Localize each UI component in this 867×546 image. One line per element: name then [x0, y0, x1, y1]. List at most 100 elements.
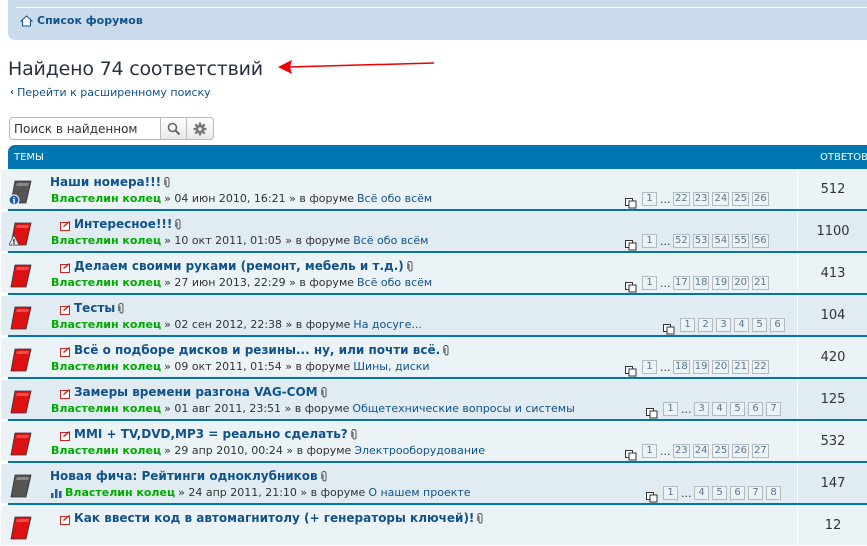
page-link[interactable]: 5: [752, 318, 767, 332]
pages-icon: [646, 404, 658, 418]
new-post-icon[interactable]: [60, 346, 71, 357]
page-link[interactable]: 5: [730, 402, 745, 416]
advanced-search-link[interactable]: ‹ Перейти к расширенному поиску: [10, 86, 211, 99]
page-link[interactable]: 1: [680, 318, 695, 332]
forum-link[interactable]: Электрооборудование: [354, 444, 485, 457]
page-link[interactable]: 7: [748, 486, 763, 500]
page-link[interactable]: 20: [732, 276, 749, 290]
page-link[interactable]: 1: [663, 486, 678, 500]
forum-link[interactable]: Шины, диски: [353, 360, 429, 373]
page-link[interactable]: 22: [673, 192, 690, 206]
page-link[interactable]: 18: [673, 360, 690, 374]
page-link[interactable]: 1: [642, 192, 657, 206]
pagination: 1... 17 18 19 20 21: [625, 276, 769, 292]
new-post-icon[interactable]: [60, 304, 71, 315]
topic-title-link[interactable]: MMI + TV,DVD,MP3 = реально сделать?: [74, 427, 348, 441]
page-link[interactable]: 1: [642, 276, 657, 290]
page-link[interactable]: 6: [730, 486, 745, 500]
page-link[interactable]: 54: [712, 234, 730, 248]
page-link[interactable]: 56: [751, 234, 769, 248]
topic-title-link[interactable]: Замеры времени разгона VAG-COM: [74, 385, 318, 399]
page-link[interactable]: 23: [673, 444, 690, 458]
new-post-icon[interactable]: [60, 388, 71, 399]
topic-hot-icon: [9, 304, 33, 332]
page-link[interactable]: 25: [712, 444, 730, 458]
page-link[interactable]: 5: [712, 486, 727, 500]
topic-title-line: Делаем своими руками (ремонт, мебель и т…: [60, 259, 414, 273]
forum-link[interactable]: Всё обо всём: [357, 192, 432, 205]
page-link[interactable]: 6: [748, 402, 763, 416]
advanced-search-button[interactable]: [187, 117, 214, 140]
page-link[interactable]: 24: [712, 192, 730, 206]
table-header: Темы Ответов: [8, 145, 867, 169]
page-link[interactable]: 19: [712, 276, 730, 290]
topic-title-link[interactable]: Интересное!!!: [74, 217, 172, 231]
page-link[interactable]: 8: [766, 486, 781, 500]
search-in-results: [9, 117, 214, 140]
page-link[interactable]: 4: [734, 318, 749, 332]
gear-icon: [193, 122, 207, 135]
page-link[interactable]: 1: [663, 402, 678, 416]
page-link[interactable]: 26: [751, 192, 769, 206]
reply-count: 1100: [816, 224, 850, 239]
page-link[interactable]: 23: [692, 192, 710, 206]
topic-title-link[interactable]: Делаем своими руками (ремонт, мебель и т…: [74, 259, 404, 273]
page-link[interactable]: 55: [732, 234, 749, 248]
page-link[interactable]: 7: [766, 402, 781, 416]
author-link[interactable]: Властелин колец: [51, 192, 161, 205]
post-date: » 24 апр 2011, 21:10 » в форуме: [178, 486, 366, 499]
page-link[interactable]: 24: [692, 444, 710, 458]
forum-link[interactable]: На досуге...: [353, 318, 421, 331]
column-divider: [797, 170, 798, 209]
page-link[interactable]: 4: [712, 402, 727, 416]
page-link[interactable]: 26: [732, 444, 749, 458]
page-link[interactable]: 52: [673, 234, 690, 248]
page-link[interactable]: 2: [698, 318, 713, 332]
page-link[interactable]: 27: [751, 444, 769, 458]
author-link[interactable]: Властелин колец: [51, 318, 161, 331]
page-link[interactable]: 22: [751, 360, 769, 374]
page-link[interactable]: 1: [642, 444, 657, 458]
page-link[interactable]: 19: [692, 360, 710, 374]
author-link[interactable]: Властелин колец: [51, 402, 161, 415]
topic-title-link[interactable]: Как ввести код в автомагнитолу (+ генера…: [74, 511, 474, 525]
topic-title-link[interactable]: Новая фича: Рейтинги одноклубников: [50, 469, 318, 483]
forum-list-link[interactable]: Список форумов: [20, 14, 143, 27]
page-link[interactable]: 3: [694, 402, 709, 416]
topic-title-link[interactable]: Всё о подборе дисков и резины... ну, или…: [74, 343, 440, 357]
search-button[interactable]: [160, 117, 187, 140]
topic-row: MMI + TV,DVD,MP3 = реально сделать? Власт…: [1, 421, 867, 461]
pagination-ellipsis: ...: [681, 402, 692, 416]
forum-link[interactable]: Всё обо всём: [353, 234, 428, 247]
new-post-icon[interactable]: [60, 430, 71, 441]
page-link[interactable]: 21: [732, 360, 749, 374]
new-post-icon[interactable]: [60, 220, 71, 231]
forum-link[interactable]: Общетехнические вопросы и системы: [352, 402, 574, 415]
new-post-icon[interactable]: [60, 514, 71, 525]
topic-title-link[interactable]: Наши номера!!!: [50, 175, 161, 189]
new-post-icon[interactable]: [60, 262, 71, 273]
forum-link[interactable]: О нашем проекте: [368, 486, 470, 499]
column-divider: [797, 506, 798, 545]
author-link[interactable]: Властелин колец: [51, 276, 161, 289]
page-link[interactable]: 21: [751, 276, 769, 290]
page-link[interactable]: 53: [692, 234, 710, 248]
author-link[interactable]: Властелин колец: [65, 486, 175, 499]
page-link[interactable]: 6: [770, 318, 785, 332]
page-link[interactable]: 18: [692, 276, 710, 290]
author-link[interactable]: Властелин колец: [51, 360, 161, 373]
page-link[interactable]: 3: [716, 318, 731, 332]
author-link[interactable]: Властелин колец: [51, 444, 161, 457]
page-link[interactable]: 20: [712, 360, 730, 374]
topic-title-link[interactable]: Тесты: [74, 301, 115, 315]
topic-read-icon: [9, 472, 33, 500]
page-link[interactable]: 25: [732, 192, 749, 206]
page-link[interactable]: 1: [642, 360, 657, 374]
author-link[interactable]: Властелин колец: [51, 234, 161, 247]
page-link[interactable]: 4: [694, 486, 709, 500]
page-link[interactable]: 1: [642, 234, 657, 248]
search-input[interactable]: [9, 117, 160, 140]
topic-row: Тесты Властелин колец» 02 сен 2012, 22:38…: [1, 295, 867, 335]
page-link[interactable]: 17: [673, 276, 690, 290]
forum-link[interactable]: Всё обо всём: [357, 276, 432, 289]
